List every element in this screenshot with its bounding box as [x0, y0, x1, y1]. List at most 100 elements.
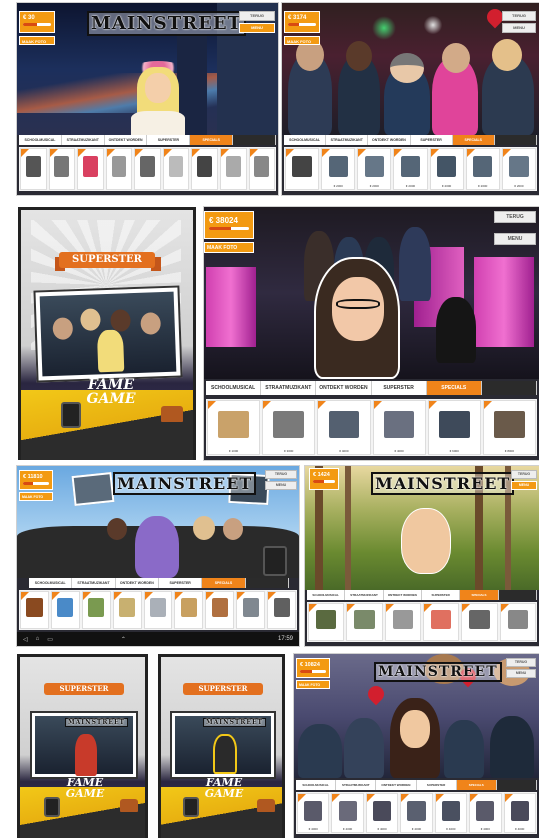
shop-item[interactable]: € 2000: [465, 148, 500, 190]
tab-mainstreet-logo[interactable]: [245, 578, 289, 588]
shop-item[interactable]: [267, 591, 297, 629]
shop-item[interactable]: € 4000: [365, 793, 399, 833]
shop-item[interactable]: [346, 603, 383, 641]
shop-item[interactable]: [162, 148, 190, 190]
shop-item[interactable]: [248, 148, 276, 190]
tab-schoolmusical[interactable]: SCHOOLMUSICAL: [19, 135, 62, 145]
tab-ontdekt-worden[interactable]: ONTDEKT WORDEN: [376, 780, 417, 790]
tab-specials[interactable]: SPECIALS: [190, 135, 234, 145]
menu-button[interactable]: MENU: [502, 23, 536, 33]
tab-straatmuzikant[interactable]: STRAATMUZIKANT: [336, 780, 377, 790]
tab-ontdekt-worden[interactable]: ONTDEKT WORDEN: [383, 590, 422, 600]
tab-superster[interactable]: SUPERSTER: [371, 381, 427, 395]
take-photo-button[interactable]: MAAK FOTO: [284, 36, 320, 45]
back-button[interactable]: TERUG: [265, 470, 297, 479]
tab-superster[interactable]: SUPERSTER: [416, 780, 457, 790]
tab-superster[interactable]: SUPERSTER: [158, 578, 203, 588]
tab-straatmuzikant[interactable]: STRAATMUZIKANT: [261, 381, 317, 395]
shop-item[interactable]: € 2000: [501, 148, 536, 190]
menu-button[interactable]: MENU: [494, 233, 536, 245]
tab-mainstreet-logo[interactable]: [498, 590, 537, 600]
shop-item[interactable]: [81, 591, 111, 629]
shop-item[interactable]: € 4000: [434, 793, 468, 833]
tab-schoolmusical[interactable]: SCHOOLMUSICAL: [284, 135, 327, 145]
tab-straatmuzikant[interactable]: STRAATMUZIKANT: [61, 135, 105, 145]
shop-item[interactable]: [143, 591, 173, 629]
tab-ontdekt-worden[interactable]: ONTDEKT WORDEN: [115, 578, 159, 588]
shop-item[interactable]: € 4000: [372, 400, 426, 455]
shop-item[interactable]: € 8000: [482, 400, 537, 455]
shop-item[interactable]: [20, 591, 49, 629]
shop-item[interactable]: [191, 148, 218, 190]
shop-item[interactable]: [48, 148, 76, 190]
take-photo-button[interactable]: MAAK FOTO: [204, 242, 254, 253]
tab-superster[interactable]: SUPERSTER: [410, 135, 453, 145]
tab-specials[interactable]: SPECIALS: [456, 780, 497, 790]
shop-item[interactable]: € 2000: [429, 148, 464, 190]
shop-item[interactable]: [499, 603, 536, 641]
shop-item[interactable]: € 2000: [393, 148, 428, 190]
tab-schoolmusical[interactable]: SCHOOLMUSICAL: [29, 578, 73, 588]
tab-schoolmusical[interactable]: SCHOOLMUSICAL: [296, 780, 337, 790]
tab-specials[interactable]: SPECIALS: [452, 135, 495, 145]
shop-item[interactable]: [174, 591, 204, 629]
shop-item[interactable]: € 1000: [207, 400, 261, 455]
menu-button[interactable]: MENU: [239, 23, 275, 33]
tab-straatmuzikant[interactable]: STRAATMUZIKANT: [72, 578, 116, 588]
menu-button[interactable]: MENU: [265, 481, 297, 490]
tab-superster[interactable]: SUPERSTER: [147, 135, 191, 145]
tab-mainstreet-logo[interactable]: [494, 135, 538, 145]
shop-item[interactable]: [134, 148, 161, 190]
tab-ontdekt-worden[interactable]: ONTDEKT WORDEN: [316, 381, 372, 395]
shop-item[interactable]: € 4000: [317, 400, 371, 455]
tab-ontdekt-worden[interactable]: ONTDEKT WORDEN: [368, 135, 411, 145]
shop-item[interactable]: [285, 148, 320, 190]
shop-item[interactable]: € 4000: [503, 793, 536, 833]
tab-ontdekt-worden[interactable]: ONTDEKT WORDEN: [104, 135, 148, 145]
shop-item[interactable]: € 2000: [321, 148, 356, 190]
back-button[interactable]: TERUG: [506, 658, 536, 667]
tab-superster[interactable]: SUPERSTER: [421, 590, 461, 600]
back-button[interactable]: TERUG: [494, 211, 536, 223]
shop-item[interactable]: [205, 591, 235, 629]
home-nav-icon[interactable]: ⌂: [36, 636, 40, 642]
tab-mainstreet-logo[interactable]: [481, 381, 538, 395]
chevron-up-icon[interactable]: ⌃: [121, 636, 126, 643]
back-button[interactable]: TERUG: [511, 470, 537, 479]
tab-straatmuzikant[interactable]: STRAATMUZIKANT: [326, 135, 369, 145]
menu-button[interactable]: MENU: [506, 669, 536, 678]
take-photo-button[interactable]: MAAK FOTO: [19, 492, 53, 501]
shop-item[interactable]: € 4000: [331, 793, 364, 833]
tab-schoolmusical[interactable]: SCHOOLMUSICAL: [206, 381, 262, 395]
tab-specials[interactable]: SPECIALS: [460, 590, 499, 600]
shop-item[interactable]: [219, 148, 247, 190]
tab-mainstreet-logo[interactable]: [233, 135, 276, 145]
recent-apps-icon[interactable]: ▭: [47, 636, 53, 643]
back-button[interactable]: TERUG: [502, 11, 536, 21]
shop-item[interactable]: [20, 148, 47, 190]
tab-specials[interactable]: SPECIALS: [426, 381, 482, 395]
shop-item[interactable]: € 4000: [400, 793, 433, 833]
shop-item[interactable]: [236, 591, 266, 629]
menu-button[interactable]: MENU: [511, 481, 537, 490]
back-nav-icon[interactable]: ◁: [23, 636, 28, 643]
shop-item[interactable]: € 2000: [357, 148, 392, 190]
tab-schoolmusical[interactable]: SCHOOLMUSICAL: [307, 590, 346, 600]
shop-item[interactable]: [461, 603, 498, 641]
take-photo-button[interactable]: MAAK FOTO: [296, 680, 330, 689]
shop-item[interactable]: € 4000: [297, 793, 330, 833]
tab-mainstreet-logo[interactable]: [496, 780, 538, 790]
shop-item[interactable]: [105, 148, 133, 190]
shop-item[interactable]: € 3000: [262, 400, 316, 455]
shop-item[interactable]: [77, 148, 104, 190]
shop-item[interactable]: [112, 591, 142, 629]
take-photo-button[interactable]: MAAK FOTO: [19, 36, 55, 45]
shop-item[interactable]: [308, 603, 345, 641]
tab-specials[interactable]: SPECIALS: [202, 578, 246, 588]
shop-item[interactable]: [384, 603, 421, 641]
back-button[interactable]: TERUG: [239, 11, 275, 21]
shop-item[interactable]: [50, 591, 80, 629]
shop-item[interactable]: [422, 603, 460, 641]
shop-item[interactable]: € 6000: [427, 400, 481, 455]
tab-straatmuzikant[interactable]: STRAATMUZIKANT: [345, 590, 384, 600]
